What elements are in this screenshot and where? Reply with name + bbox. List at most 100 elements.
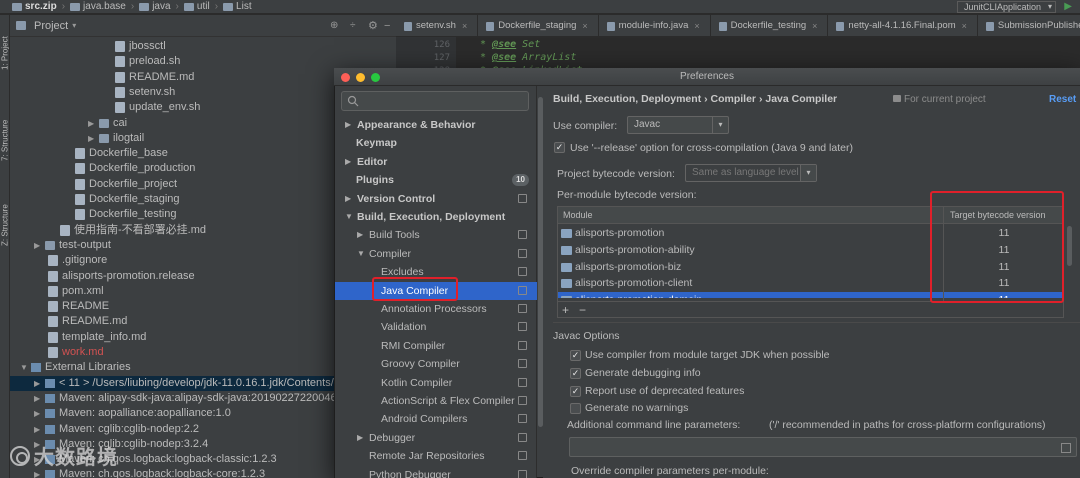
chevron-right-icon[interactable]: ▶ — [345, 116, 355, 134]
collapse-icon[interactable]: ÷ — [350, 20, 356, 31]
chevron-right-icon[interactable]: ▶ — [357, 226, 367, 244]
editor-tab[interactable]: module-info.java × — [599, 15, 711, 36]
breadcrumb-item[interactable]: › java.base — [57, 1, 126, 12]
chevron-right-icon[interactable]: ▶ — [345, 190, 355, 208]
close-tab-icon[interactable]: × — [812, 15, 817, 36]
chevron-down-icon[interactable]: ▾ — [72, 21, 76, 30]
table-scrollbar[interactable] — [1067, 226, 1072, 266]
tree-library[interactable]: ▼ External Libraries — [20, 360, 131, 375]
run-icon[interactable]: ▶ — [1064, 1, 1072, 12]
close-tab-icon[interactable]: × — [582, 15, 587, 36]
remove-module-button[interactable]: − — [579, 303, 586, 317]
breadcrumb-item[interactable]: src.zip — [12, 1, 57, 12]
chevron-right-icon[interactable]: ▶ — [34, 376, 42, 391]
chevron-right-icon[interactable]: ▶ — [357, 429, 367, 447]
add-module-button[interactable]: + — [562, 303, 569, 317]
tree-file[interactable]: update_env.sh — [115, 100, 200, 115]
column-module[interactable]: Module — [563, 210, 593, 220]
tree-file[interactable]: Dockerfile_testing — [75, 207, 176, 222]
editor-tab[interactable]: SubmissionPublisher.java× — [978, 15, 1080, 36]
reset-link[interactable]: Reset — [1049, 94, 1076, 105]
tree-file[interactable]: README.md — [115, 70, 194, 85]
nav-item[interactable]: Python Debugger — [335, 466, 537, 478]
chevron-right-icon[interactable]: ▶ — [34, 422, 42, 437]
tree-file[interactable]: Dockerfile_project — [75, 177, 177, 192]
tree-file[interactable]: README.md — [48, 314, 127, 329]
project-panel-title[interactable]: Project — [34, 20, 68, 32]
editor-tab[interactable]: Dockerfile_testing × — [711, 15, 829, 36]
chevron-right-icon[interactable]: ▶ — [34, 406, 42, 421]
chevron-right-icon[interactable]: ▶ — [34, 391, 42, 406]
compiler-select[interactable]: Javac ▾ — [627, 116, 729, 134]
nav-item[interactable]: Groovy Compiler — [335, 355, 537, 373]
nav-item[interactable]: ▶ Debugger — [335, 429, 537, 447]
editor-tab[interactable]: Dockerfile_staging × — [478, 15, 599, 36]
nav-item[interactable]: ▶ Editor — [335, 153, 537, 171]
tree-library[interactable]: ▶ Maven: alipay-sdk-java:alipay-sdk-java:… — [34, 391, 337, 406]
nav-item[interactable]: RMI Compiler — [335, 337, 537, 355]
additional-params-input[interactable] — [569, 437, 1077, 457]
chevron-right-icon[interactable]: ▶ — [88, 116, 96, 131]
breadcrumb-item[interactable]: › List — [210, 1, 252, 12]
nav-item[interactable]: ▶ Build Tools — [335, 226, 537, 244]
minimize-window-icon[interactable] — [356, 73, 365, 82]
option-checkbox[interactable]: ✓ — [570, 385, 581, 397]
tree-file[interactable]: README — [48, 299, 109, 314]
breadcrumb-item[interactable]: › java — [126, 1, 171, 12]
tree-library[interactable]: ▶ Maven: aopalliance:aopalliance:1.0 — [34, 406, 231, 421]
close-tab-icon[interactable]: × — [694, 15, 699, 36]
nav-item[interactable]: Keymap — [335, 134, 537, 152]
chevron-right-icon[interactable]: ▶ — [34, 238, 42, 253]
gear-icon[interactable]: ⚙ — [368, 19, 378, 32]
release-option-checkbox[interactable]: ✓ — [554, 142, 565, 153]
tree-file[interactable]: setenv.sh — [115, 85, 175, 100]
close-tab-icon[interactable]: × — [462, 15, 467, 36]
tree-file[interactable]: Dockerfile_base — [75, 146, 168, 161]
tree-folder[interactable]: ▶ cai — [88, 116, 127, 131]
nav-item[interactable]: ▶ Version Control — [335, 190, 537, 208]
nav-item[interactable]: ▼ Build, Execution, Deployment — [335, 208, 537, 226]
tree-file[interactable]: work.md — [48, 345, 104, 360]
locate-icon[interactable]: ⊕ — [330, 20, 338, 31]
chevron-right-icon[interactable]: ▶ — [345, 153, 355, 171]
tree-file[interactable]: alisports-promotion.release — [48, 269, 195, 284]
editor-tab[interactable]: netty-all-4.1.16.Final.pom × — [828, 15, 978, 36]
nav-item[interactable]: Annotation Processors — [335, 300, 537, 318]
tree-folder[interactable]: ▶ test-output — [34, 238, 111, 253]
nav-item[interactable]: Remote Jar Repositories — [335, 447, 537, 465]
nav-item[interactable]: Plugins 10 — [335, 171, 537, 189]
close-tab-icon[interactable]: × — [962, 15, 967, 36]
tree-file[interactable]: preload.sh — [115, 54, 180, 69]
tool-tab-structure-2[interactable]: Z: Structure — [0, 195, 10, 255]
tree-library[interactable]: ▶ Maven: cglib:cglib-nodep:2.2 — [34, 422, 199, 437]
run-configuration-select[interactable]: JunitCLIApplication — [956, 1, 1056, 13]
nav-item[interactable]: ▶ Appearance & Behavior — [335, 116, 537, 134]
tree-file[interactable]: Dockerfile_staging — [75, 192, 180, 207]
tree-file[interactable]: .gitignore — [48, 253, 107, 268]
editor-tab[interactable]: setenv.sh × — [396, 15, 479, 36]
tree-file[interactable]: 使用指南-不看部署必挂.md — [60, 223, 206, 238]
option-checkbox[interactable] — [570, 403, 581, 415]
zoom-window-icon[interactable] — [371, 73, 380, 82]
nav-item[interactable]: Validation — [335, 318, 537, 336]
chevron-down-icon[interactable]: ▼ — [20, 360, 28, 375]
nav-item[interactable]: Kotlin Compiler — [335, 374, 537, 392]
tree-folder[interactable]: ▶ ilogtail — [88, 131, 144, 146]
chevron-right-icon[interactable]: ▶ — [88, 131, 96, 146]
nav-item[interactable]: ▼ Compiler — [335, 245, 537, 263]
nav-item[interactable]: Android Compilers — [335, 410, 537, 428]
chevron-down-icon[interactable]: ▼ — [357, 245, 367, 263]
chevron-down-icon[interactable]: ▼ — [345, 208, 355, 226]
tree-file[interactable]: template_info.md — [48, 330, 146, 345]
tree-file[interactable]: Dockerfile_production — [75, 161, 195, 176]
tool-tab-project[interactable]: 1: Project — [0, 23, 10, 83]
breadcrumb-item[interactable]: › util — [171, 1, 210, 12]
project-bytecode-select[interactable]: Same as language level ▾ — [685, 164, 817, 182]
nav-item[interactable]: ActionScript & Flex Compiler — [335, 392, 537, 410]
hide-icon[interactable]: − — [384, 20, 390, 32]
tree-file[interactable]: pom.xml — [48, 284, 104, 299]
option-checkbox[interactable]: ✓ — [570, 367, 581, 379]
close-window-icon[interactable] — [341, 73, 350, 82]
option-checkbox[interactable]: ✓ — [570, 350, 581, 361]
tree-file[interactable]: jbossctl — [115, 39, 166, 54]
